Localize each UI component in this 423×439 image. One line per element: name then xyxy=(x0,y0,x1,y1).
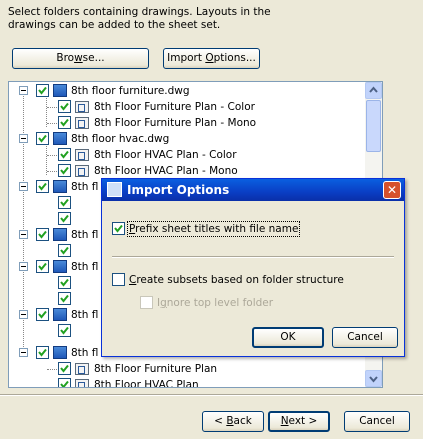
collapse-minus-icon[interactable] xyxy=(19,230,28,239)
tree-line xyxy=(47,171,57,172)
back-label-pre: < xyxy=(214,415,227,427)
checkbox-checked-icon[interactable] xyxy=(58,362,71,375)
collapse-minus-icon[interactable] xyxy=(19,348,28,357)
drawing-file-icon xyxy=(53,346,67,359)
dialog-separator xyxy=(112,256,394,258)
footer-separator xyxy=(0,394,423,396)
checkbox-checked-icon[interactable] xyxy=(36,308,49,321)
tree-folder-label: 8th floor hvac.dwg xyxy=(71,133,170,145)
tree-layout-label: 8th Floor HVAC Plan - Mono xyxy=(94,165,238,177)
close-icon[interactable]: ✕ xyxy=(383,181,401,199)
import-options-button[interactable]: Import Options... xyxy=(163,48,260,69)
checkbox-checked-icon[interactable] xyxy=(58,148,71,161)
dialog-cancel-button[interactable]: Cancel xyxy=(332,327,398,348)
collapse-minus-icon[interactable] xyxy=(19,310,28,319)
ignore-mnemonic: g xyxy=(160,297,167,309)
collapse-minus-icon[interactable] xyxy=(19,182,28,191)
drawing-file-icon xyxy=(53,132,67,145)
checkbox-checked-icon[interactable] xyxy=(58,324,71,337)
layout-icon xyxy=(75,379,89,387)
prefix-label: Prefix sheet titles with file name xyxy=(127,221,301,237)
checkbox-checked-icon[interactable] xyxy=(36,228,49,241)
checkbox-checked-icon[interactable] xyxy=(58,378,71,387)
tree-folder-label: 8th fl xyxy=(71,181,99,193)
back-mnemonic: B xyxy=(226,415,234,427)
checkbox-checked-icon[interactable] xyxy=(58,196,71,209)
browse-button[interactable]: Browse... xyxy=(12,48,149,69)
checkbox-checked-icon[interactable] xyxy=(58,116,71,129)
checkbox-unchecked-icon[interactable] xyxy=(112,273,125,286)
tree-line xyxy=(47,123,57,124)
back-button[interactable]: < Back xyxy=(202,411,264,432)
collapse-minus-icon[interactable] xyxy=(19,262,28,271)
layout-icon xyxy=(75,149,89,161)
tree-folder-label: 8th floor furniture.dwg xyxy=(71,85,190,97)
checkbox-checked-icon[interactable] xyxy=(58,100,71,113)
tree-folder-label: 8th fl xyxy=(71,347,99,359)
tree-folder-label: 8th fl xyxy=(71,229,99,241)
checkbox-checked-icon[interactable] xyxy=(36,260,49,273)
ignore-text-post: nore top level folder xyxy=(166,297,274,309)
checkbox-checked-icon[interactable] xyxy=(36,346,49,359)
import-options-label-pre: Import xyxy=(167,52,206,64)
tree-layout-label: 8th Floor Furniture Plan xyxy=(94,363,218,375)
dialog-titlebar[interactable]: Import Options ✕ xyxy=(102,179,404,201)
instruction-line-1: Select folders containing drawings. Layo… xyxy=(8,6,271,18)
checkbox-disabled-icon[interactable] xyxy=(140,296,153,309)
drawing-file-icon xyxy=(53,180,67,193)
next-button[interactable]: Next > xyxy=(268,411,330,432)
dialog-title: Import Options xyxy=(127,183,230,197)
tree-layout-label: 8th Floor HVAC Plan - Color xyxy=(94,149,237,161)
tree-line xyxy=(47,107,57,108)
checkbox-checked-icon[interactable] xyxy=(58,276,71,289)
import-options-label-post: ptions... xyxy=(213,52,256,64)
scroll-thumb[interactable] xyxy=(366,100,381,152)
next-label-post: ext > xyxy=(288,415,318,427)
tree-folder-label: 8th fl xyxy=(71,309,99,321)
tree-line xyxy=(47,369,57,370)
instruction-text: Select folders containing drawings. Layo… xyxy=(8,6,308,32)
cancel-button[interactable]: Cancel xyxy=(344,411,410,432)
layout-icon xyxy=(75,117,89,129)
ok-button[interactable]: OK xyxy=(252,327,324,348)
collapse-minus-icon[interactable] xyxy=(19,86,28,95)
checkbox-checked-icon[interactable] xyxy=(58,212,71,225)
checkbox-checked-icon[interactable] xyxy=(58,292,71,305)
import-options-dialog[interactable]: Import Options ✕ Prefix sheet titles wit… xyxy=(101,178,405,357)
tree-layout-label: 8th Floor Furniture Plan - Color xyxy=(94,101,255,113)
tree-layout-label: 8th Floor Furniture Plan - Mono xyxy=(94,117,257,129)
checkbox-checked-icon[interactable] xyxy=(58,244,71,257)
browse-label-pre: Bro xyxy=(56,52,75,64)
browse-label-mnemonic: w xyxy=(74,52,83,64)
drawing-file-icon xyxy=(53,260,67,273)
checkbox-checked-icon[interactable] xyxy=(58,164,71,177)
layout-icon xyxy=(75,101,89,113)
browse-label-post: se... xyxy=(82,52,105,64)
layout-icon xyxy=(75,165,89,177)
subsets-label: Create subsets based on folder structure xyxy=(129,273,344,287)
instruction-line-2: drawings can be added to the sheet set. xyxy=(8,19,221,31)
import-options-label-mnemonic: O xyxy=(205,52,214,64)
collapse-minus-icon[interactable] xyxy=(19,134,28,143)
checkbox-checked-icon[interactable] xyxy=(36,84,49,97)
checkbox-checked-icon[interactable] xyxy=(36,132,49,145)
subsets-text: reate subsets based on folder structure xyxy=(136,274,344,286)
prefix-text: refix sheet titles with file name xyxy=(135,223,299,235)
ignore-label: Ignore top level folder xyxy=(157,296,273,310)
layout-icon xyxy=(75,363,89,375)
drawing-file-icon xyxy=(53,308,67,321)
checkbox-checked-icon[interactable] xyxy=(36,180,49,193)
import-options-icon xyxy=(107,182,122,197)
checkbox-checked-icon[interactable] xyxy=(112,222,125,235)
scroll-up-arrow-icon[interactable] xyxy=(365,82,382,99)
tree-line xyxy=(47,155,57,156)
scroll-down-arrow-icon[interactable] xyxy=(365,370,382,387)
drawing-file-icon xyxy=(53,228,67,241)
back-label-post: ack xyxy=(233,415,252,427)
drawing-file-icon xyxy=(53,84,67,97)
tree-layout-label: 8th Floor HVAC Plan xyxy=(94,379,199,388)
tree-folder-label: 8th fl xyxy=(71,261,99,273)
next-mnemonic: N xyxy=(280,415,289,427)
